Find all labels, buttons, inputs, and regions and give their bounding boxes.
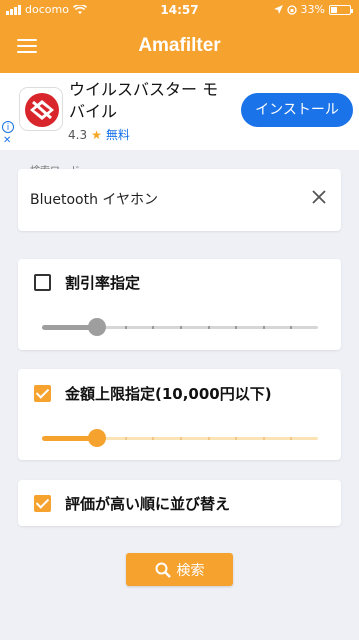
slider-tick <box>235 437 238 440</box>
search-icon <box>155 562 171 578</box>
search-field[interactable]: Bluetooth イヤホン <box>18 169 341 231</box>
star-icon: ★ <box>91 127 102 142</box>
slider-tick <box>152 326 155 329</box>
ad-banner[interactable]: ウイルスバスター モバイル 4.3 ★ 無料 インストール i ✕ <box>0 73 359 150</box>
slider-tick <box>180 326 182 329</box>
slider-tick <box>124 437 127 440</box>
slider-tick <box>180 437 182 440</box>
antivirus-logo-icon <box>20 88 62 130</box>
slider-thumb[interactable] <box>88 429 107 447</box>
discount-checkbox[interactable] <box>34 274 51 291</box>
slider-tick <box>207 437 210 440</box>
search-button[interactable]: 検索 <box>126 553 233 586</box>
search-button-label: 検索 <box>176 562 205 579</box>
max-price-filter-label: 金額上限指定(10,000円以下) <box>65 385 272 403</box>
slider-thumb[interactable] <box>88 318 107 336</box>
clear-icon[interactable] <box>311 189 327 205</box>
slider-tick <box>124 326 127 329</box>
ad-rating: 4.3 ★ 無料 <box>68 126 130 143</box>
max-price-checkbox[interactable] <box>34 385 51 402</box>
location-icon <box>273 5 283 14</box>
slider-tick <box>152 437 155 440</box>
ad-rating-value: 4.3 <box>68 127 88 142</box>
battery-percent: 33% <box>300 3 325 16</box>
slider-tick <box>262 326 265 329</box>
ad-title[interactable]: ウイルスバスター モバイル <box>69 79 229 123</box>
discount-filter-card: 割引率指定 <box>18 259 341 350</box>
max-price-filter-card: 金額上限指定(10,000円以下) <box>18 369 341 460</box>
sort-rating-card: 評価が高い順に並び替え <box>18 480 341 526</box>
discount-slider[interactable] <box>42 318 318 336</box>
ad-price: 無料 <box>105 128 130 142</box>
slider-tick <box>235 326 238 329</box>
search-input[interactable]: Bluetooth イヤホン <box>30 189 158 209</box>
ad-close-icon[interactable]: ✕ <box>3 135 11 146</box>
app-title: Amafilter <box>138 35 221 56</box>
slider-tick <box>262 437 265 440</box>
status-bar: docomo 14:57 33% <box>0 0 359 20</box>
slider-tick <box>290 437 293 440</box>
top-bar: docomo 14:57 33% Amafilter <box>0 0 359 73</box>
sort-rating-checkbox[interactable] <box>34 495 51 512</box>
status-right: 33% <box>273 3 353 16</box>
battery-icon <box>329 4 353 15</box>
slider-tick <box>207 326 210 329</box>
discount-filter-label: 割引率指定 <box>65 274 141 292</box>
slider-tick <box>290 326 293 329</box>
ad-app-icon[interactable] <box>19 87 63 131</box>
ad-info-icon[interactable]: i <box>2 121 14 133</box>
app-bar: Amafilter <box>0 20 359 73</box>
sort-rating-label: 評価が高い順に並び替え <box>65 495 231 513</box>
max-price-slider[interactable] <box>42 429 318 447</box>
rotation-lock-icon <box>286 4 297 15</box>
ad-install-button[interactable]: インストール <box>241 93 353 127</box>
